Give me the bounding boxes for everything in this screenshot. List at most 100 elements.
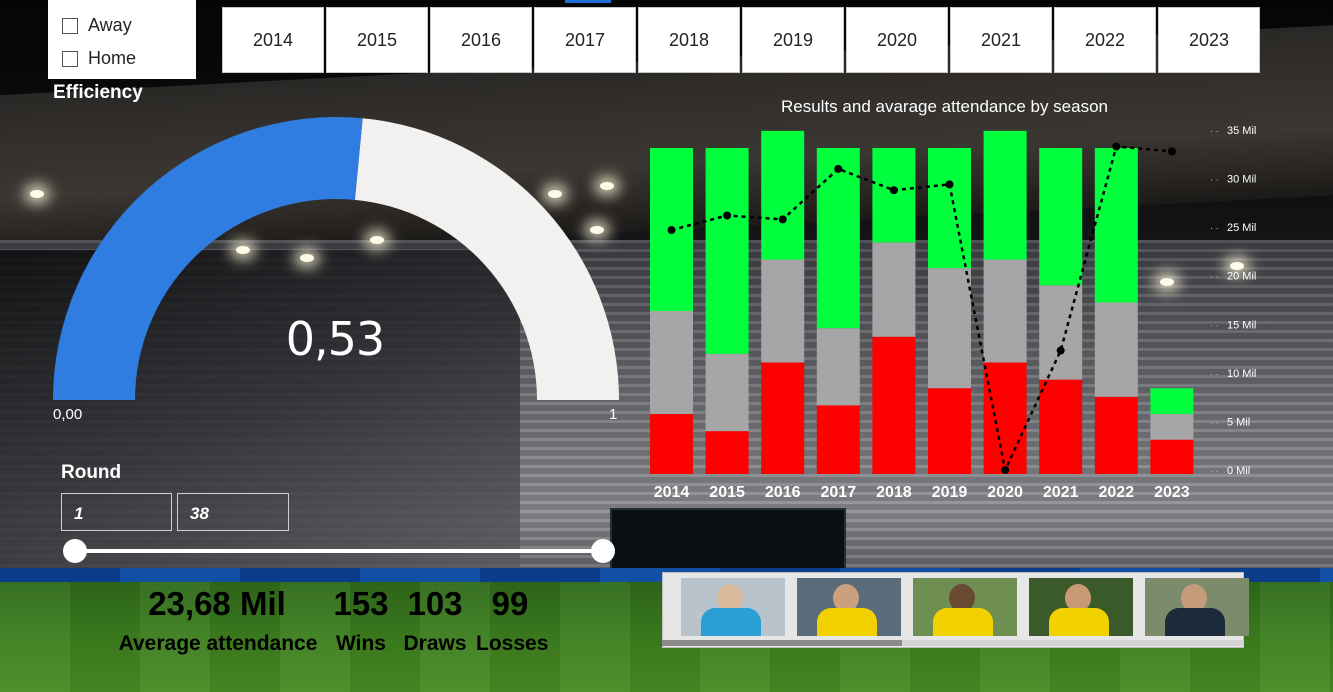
draws-label: Draws bbox=[403, 632, 467, 655]
draws-value: 103 bbox=[407, 585, 463, 622]
y2-tick-label: 20 Mil bbox=[1227, 271, 1256, 283]
x-tick-label: 2020 bbox=[987, 484, 1023, 501]
bar-2016-segment-0 bbox=[761, 362, 805, 474]
y2-tick-mark: · · bbox=[1210, 272, 1219, 282]
referee-photo[interactable] bbox=[681, 578, 785, 636]
referee-strip-scrollbar[interactable] bbox=[662, 640, 1244, 646]
bar-2020-segment-2 bbox=[983, 130, 1027, 260]
referee-photo[interactable] bbox=[913, 578, 1017, 636]
y2-tick-label: 30 Mil bbox=[1227, 174, 1256, 186]
bar-2015-segment-0 bbox=[705, 431, 749, 474]
y2-tick-label: 5 Mil bbox=[1227, 416, 1250, 428]
y2-tick-label: 35 Mil bbox=[1227, 125, 1256, 137]
bar-2014-segment-1 bbox=[650, 311, 693, 414]
season-button-2019[interactable]: 2019 bbox=[742, 7, 844, 73]
referee-photo[interactable] bbox=[1145, 578, 1249, 636]
wins-label: Wins bbox=[336, 632, 386, 655]
bar-2020-segment-0 bbox=[983, 362, 1027, 474]
attendance-point-2014 bbox=[667, 226, 676, 235]
season-button-2015[interactable]: 2015 bbox=[326, 7, 428, 73]
round-to-input[interactable]: 38 bbox=[177, 493, 289, 531]
x-tick-label: 2021 bbox=[1043, 484, 1079, 501]
y2-tick-label: 10 Mil bbox=[1227, 368, 1256, 380]
y2-tick-label: 15 Mil bbox=[1227, 319, 1256, 331]
season-button-2023[interactable]: 2023 bbox=[1158, 7, 1260, 73]
bar-2019-segment-0 bbox=[928, 388, 971, 474]
gauge-min-label: 0,00 bbox=[53, 406, 83, 423]
y2-tick-label: 0 Mil bbox=[1227, 465, 1250, 477]
season-button-2014[interactable]: 2014 bbox=[222, 7, 324, 73]
x-tick-label: 2014 bbox=[654, 484, 690, 501]
chart-title: Results and avarage attendance by season bbox=[781, 97, 1109, 116]
y2-tick-mark: · · bbox=[1210, 126, 1219, 136]
bar-2021-segment-0 bbox=[1039, 379, 1083, 474]
season-button-2020[interactable]: 2020 bbox=[846, 7, 948, 73]
gauge-value: 0,53 bbox=[285, 312, 385, 366]
venue-slicer: Away Home bbox=[48, 0, 196, 79]
x-tick-label: 2017 bbox=[821, 484, 857, 501]
referee-photo[interactable] bbox=[797, 578, 901, 636]
venue-option-label: Home bbox=[88, 48, 137, 68]
venue-option-away[interactable]: Away bbox=[48, 9, 196, 42]
season-button-2016[interactable]: 2016 bbox=[430, 7, 532, 73]
attendance-point-2019 bbox=[945, 180, 954, 189]
bar-2017-segment-2 bbox=[816, 148, 860, 329]
bar-2018-segment-1 bbox=[872, 242, 916, 337]
attendance-point-2021 bbox=[1056, 346, 1065, 355]
referee-image-strip[interactable] bbox=[662, 572, 1249, 648]
attendance-point-2020 bbox=[1001, 466, 1010, 474]
season-button-2022[interactable]: 2022 bbox=[1054, 7, 1156, 73]
attendance-point-2017 bbox=[834, 164, 843, 173]
bar-2022-segment-2 bbox=[1094, 148, 1138, 303]
x-tick-label: 2018 bbox=[876, 484, 912, 501]
y2-tick-mark: · · bbox=[1210, 369, 1219, 379]
round-from-input[interactable]: 1 bbox=[61, 493, 172, 531]
y2-tick-mark: · · bbox=[1210, 175, 1219, 185]
attendance-point-2015 bbox=[723, 211, 732, 220]
attendance-point-2022 bbox=[1112, 142, 1121, 151]
bar-2016-segment-1 bbox=[761, 259, 805, 363]
bar-2022-segment-0 bbox=[1094, 396, 1138, 474]
bar-2023-segment-1 bbox=[1150, 413, 1194, 440]
wins-value: 153 bbox=[333, 585, 389, 622]
bar-2017-segment-0 bbox=[816, 405, 860, 474]
bar-2018-segment-2 bbox=[872, 148, 916, 243]
bar-2014-segment-0 bbox=[650, 413, 693, 474]
season-button-2017[interactable]: 2017 bbox=[534, 7, 636, 73]
scrollbar-thumb[interactable] bbox=[662, 640, 902, 646]
season-button-2021[interactable]: 2021 bbox=[950, 7, 1052, 73]
bar-2021-segment-2 bbox=[1039, 148, 1083, 286]
y2-tick-mark: · · bbox=[1210, 417, 1219, 427]
bar-2019-segment-1 bbox=[928, 268, 971, 389]
efficiency-title: Efficiency bbox=[53, 82, 143, 103]
round-slider-end-handle[interactable] bbox=[591, 539, 615, 563]
bar-2023-segment-0 bbox=[1150, 439, 1194, 474]
round-slider-track[interactable] bbox=[75, 549, 603, 553]
average-attendance-value: 23,68 Mil bbox=[148, 585, 286, 622]
season-button-2018[interactable]: 2018 bbox=[638, 7, 740, 73]
x-tick-label: 2022 bbox=[1099, 484, 1135, 501]
venue-option-home[interactable]: Home bbox=[48, 42, 196, 75]
bar-2017-segment-1 bbox=[816, 328, 860, 406]
y2-tick-mark: · · bbox=[1210, 320, 1219, 330]
bar-2022-segment-1 bbox=[1094, 302, 1138, 397]
losses-value: 99 bbox=[491, 585, 529, 622]
attendance-point-2016 bbox=[778, 215, 787, 224]
checkbox-home[interactable] bbox=[62, 50, 78, 67]
attendance-point-2023 bbox=[1167, 147, 1176, 156]
slicer-header-indicator bbox=[565, 0, 611, 3]
losses-label: Losses bbox=[476, 632, 549, 655]
attendance-point-2018 bbox=[889, 186, 898, 195]
round-slider-start-handle[interactable] bbox=[63, 539, 87, 563]
bar-2020-segment-1 bbox=[983, 259, 1027, 363]
average-attendance-label: Average attendance bbox=[118, 632, 318, 655]
bar-2016-segment-2 bbox=[761, 130, 805, 260]
referee-photo[interactable] bbox=[1029, 578, 1133, 636]
y2-tick-mark: · · bbox=[1210, 466, 1219, 476]
y2-tick-mark: · · bbox=[1210, 223, 1219, 233]
checkbox-away[interactable] bbox=[62, 17, 78, 34]
season-slicer: 2014 2015 2016 2017 2018 2019 2020 2021 … bbox=[222, 7, 1260, 73]
x-tick-label: 2019 bbox=[932, 484, 968, 501]
x-tick-label: 2015 bbox=[709, 484, 745, 501]
bar-2015-segment-1 bbox=[705, 353, 749, 432]
